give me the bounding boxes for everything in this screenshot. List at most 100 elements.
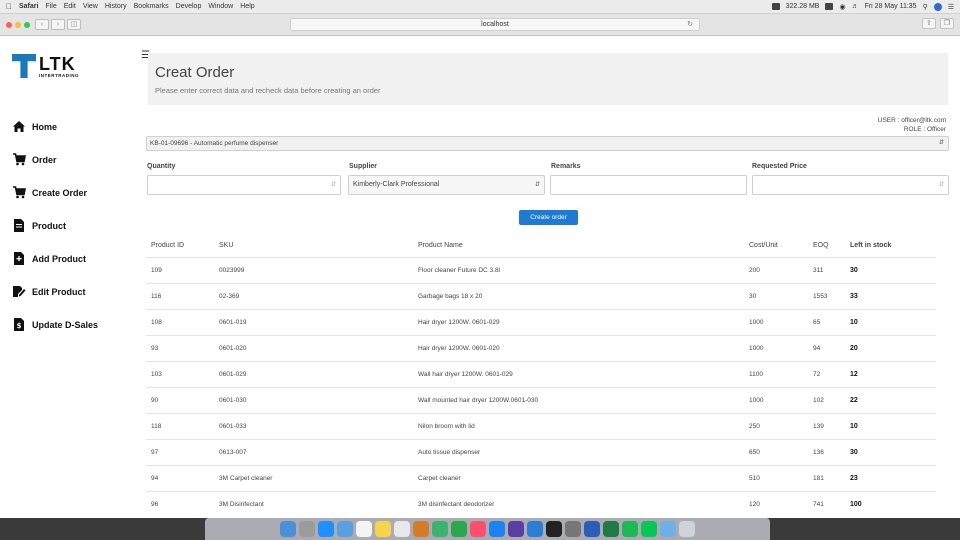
supplier-select-value: Kimberly-Clark Professional [353,181,440,188]
menubar-datetime[interactable]: Fri 28 May 11:35 [865,3,917,10]
cell-sku: 3M Carpet cleaner [219,475,273,482]
col-header-product-id: Product ID [151,242,185,249]
sidebar-item-create-order[interactable]: Create Order [12,186,87,199]
apple-icon[interactable]:  [6,2,12,11]
cell-eoq: 139 [813,423,824,430]
table-row[interactable]: 109 0023999 Floor cleaner Future DC 3.8l 20… [146,257,936,283]
spotify-icon[interactable] [622,521,638,537]
share-icon[interactable]: ⇧ [922,18,936,29]
menu-edit[interactable]: Edit [64,3,76,10]
mail-icon[interactable] [337,521,353,537]
table-row[interactable]: 118 0601-033 Nilon broom with lid 250 139 10 [146,413,936,439]
browser-toolbar: ‹ › ◫ localhost ↻ ⇧ ❐ [0,14,960,36]
safari-icon[interactable] [318,521,334,537]
menu-bookmarks[interactable]: Bookmarks [134,3,169,10]
minimize-window-button[interactable] [15,21,21,28]
trash-icon[interactable] [679,521,695,537]
menu-app-name[interactable]: Safari [19,3,38,10]
cell-product-name: Hair dryer 1200W. 0601-029 [418,319,500,326]
remarks-label: Remarks [551,163,581,170]
terminal-icon[interactable] [546,521,562,537]
menu-develop[interactable]: Develop [176,3,202,10]
table-row[interactable]: 103 0601-029 Wall hair dryer 1200W. 0601-0… [146,361,936,387]
table-row[interactable]: 116 02-369 Garbage bags 18 x 20 30 1553 33 [146,283,936,309]
back-button[interactable]: ‹ [35,19,49,30]
menu-window[interactable]: Window [208,3,233,10]
reload-icon[interactable]: ↻ [687,19,693,31]
zoom-window-button[interactable] [24,21,30,28]
app-store-icon[interactable] [489,521,505,537]
sidebar-item-order[interactable]: Order [12,153,57,166]
supplier-select[interactable]: Kimberly-Clark Professional ⇵ [348,175,545,195]
reminders-icon[interactable] [394,521,410,537]
finder-icon[interactable] [280,521,296,537]
user-info: USER : officer@ltk.com ROLE : Officer [878,116,946,134]
table-row[interactable]: 90 0601-030 Wall mounted hair dryer 1200W.… [146,387,936,413]
file-dollar-icon: $ [14,318,24,331]
tabs-overview-icon[interactable]: ❐ [940,18,954,29]
cell-product-name: Nilon broom with lid [418,423,475,430]
company-logo[interactable]: LTK INTERTRADING [12,54,79,78]
music-icon[interactable] [470,521,486,537]
cell-eoq: 311 [813,267,824,274]
line-icon[interactable] [641,521,657,537]
table-row[interactable]: 96 3M Disinfectant 3M disinfectant deodori… [146,491,936,517]
sidebar-item-label: Create Order [32,187,88,198]
cell-cost-unit: 1000 [749,397,764,404]
remarks-input[interactable] [550,175,747,195]
user-role: ROLE : Officer [903,126,946,133]
wifi-icon[interactable]: ◉ [839,3,845,11]
col-header-left-in-stock: Left in stock [850,242,892,249]
table-row[interactable]: 97 0613-007 Auto tissue dispenser 650 136 30 [146,439,936,465]
notes-icon[interactable] [375,521,391,537]
logo-text: LTK [39,53,76,74]
status-icon[interactable] [825,3,834,10]
sidebar-item-product[interactable]: Product [12,219,66,232]
spotlight-icon[interactable]: ⚲ [923,3,928,11]
cell-product-id: 108 [151,319,162,326]
cell-eoq: 102 [813,397,824,404]
vscode-icon[interactable] [527,521,543,537]
preferences-icon[interactable] [565,521,581,537]
forward-button[interactable]: › [51,19,65,30]
downloads-folder-icon[interactable] [660,521,676,537]
close-window-button[interactable] [6,21,12,28]
stepper-icon[interactable]: ⇵ [939,176,944,194]
cell-product-id: 97 [151,449,159,456]
table-row[interactable]: 93 0601-020 Hair dryer 1200W. 0601-020 1000… [146,335,936,361]
table-row[interactable]: 94 3M Carpet cleaner Carpet cleaner 510 181 2… [146,465,936,491]
menu-help[interactable]: Help [240,3,254,10]
calendar-icon[interactable] [356,521,372,537]
menu-history[interactable]: History [105,3,127,10]
photos-icon[interactable] [413,521,429,537]
stepper-icon[interactable]: ⇵ [331,176,336,194]
edit-icon [13,286,26,297]
quantity-input[interactable]: ⇵ [147,175,341,195]
sidebar-item-update-d-sales[interactable]: $ Update D-Sales [12,318,98,331]
teams-icon[interactable] [508,521,524,537]
create-order-button[interactable]: Create order [519,210,578,225]
sidebar-item-home[interactable]: Home [12,120,57,133]
cell-cost-unit: 120 [749,501,760,508]
facetime-icon[interactable] [451,521,467,537]
cell-cost-unit: 30 [749,293,757,300]
requested-price-input[interactable]: ⇵ [752,175,949,195]
col-header-eoq: EOQ [813,242,829,249]
messages-icon[interactable] [432,521,448,537]
siri-icon[interactable] [933,2,942,11]
sidebar-item-edit-product[interactable]: Edit Product [12,285,86,298]
product-select[interactable]: KB-01-09696 - Automatic perfume dispense… [146,136,949,151]
notification-center-icon[interactable]: ☰ [948,3,954,11]
address-bar[interactable]: localhost ↻ [290,18,700,31]
memory-readout[interactable]: 322.28 MB [786,3,820,10]
menu-file[interactable]: File [45,3,56,10]
table-row[interactable]: 108 0601-019 Hair dryer 1200W. 0601-029 100… [146,309,936,335]
volume-icon[interactable]: ♬ [852,3,859,10]
excel-icon[interactable] [603,521,619,537]
sidebar-toggle-icon[interactable]: ◫ [67,19,81,30]
menu-view[interactable]: View [83,3,98,10]
word-icon[interactable] [584,521,600,537]
sidebar-item-add-product[interactable]: Add Product [12,252,86,265]
cell-left-in-stock: 30 [850,267,858,274]
launchpad-icon[interactable] [299,521,315,537]
